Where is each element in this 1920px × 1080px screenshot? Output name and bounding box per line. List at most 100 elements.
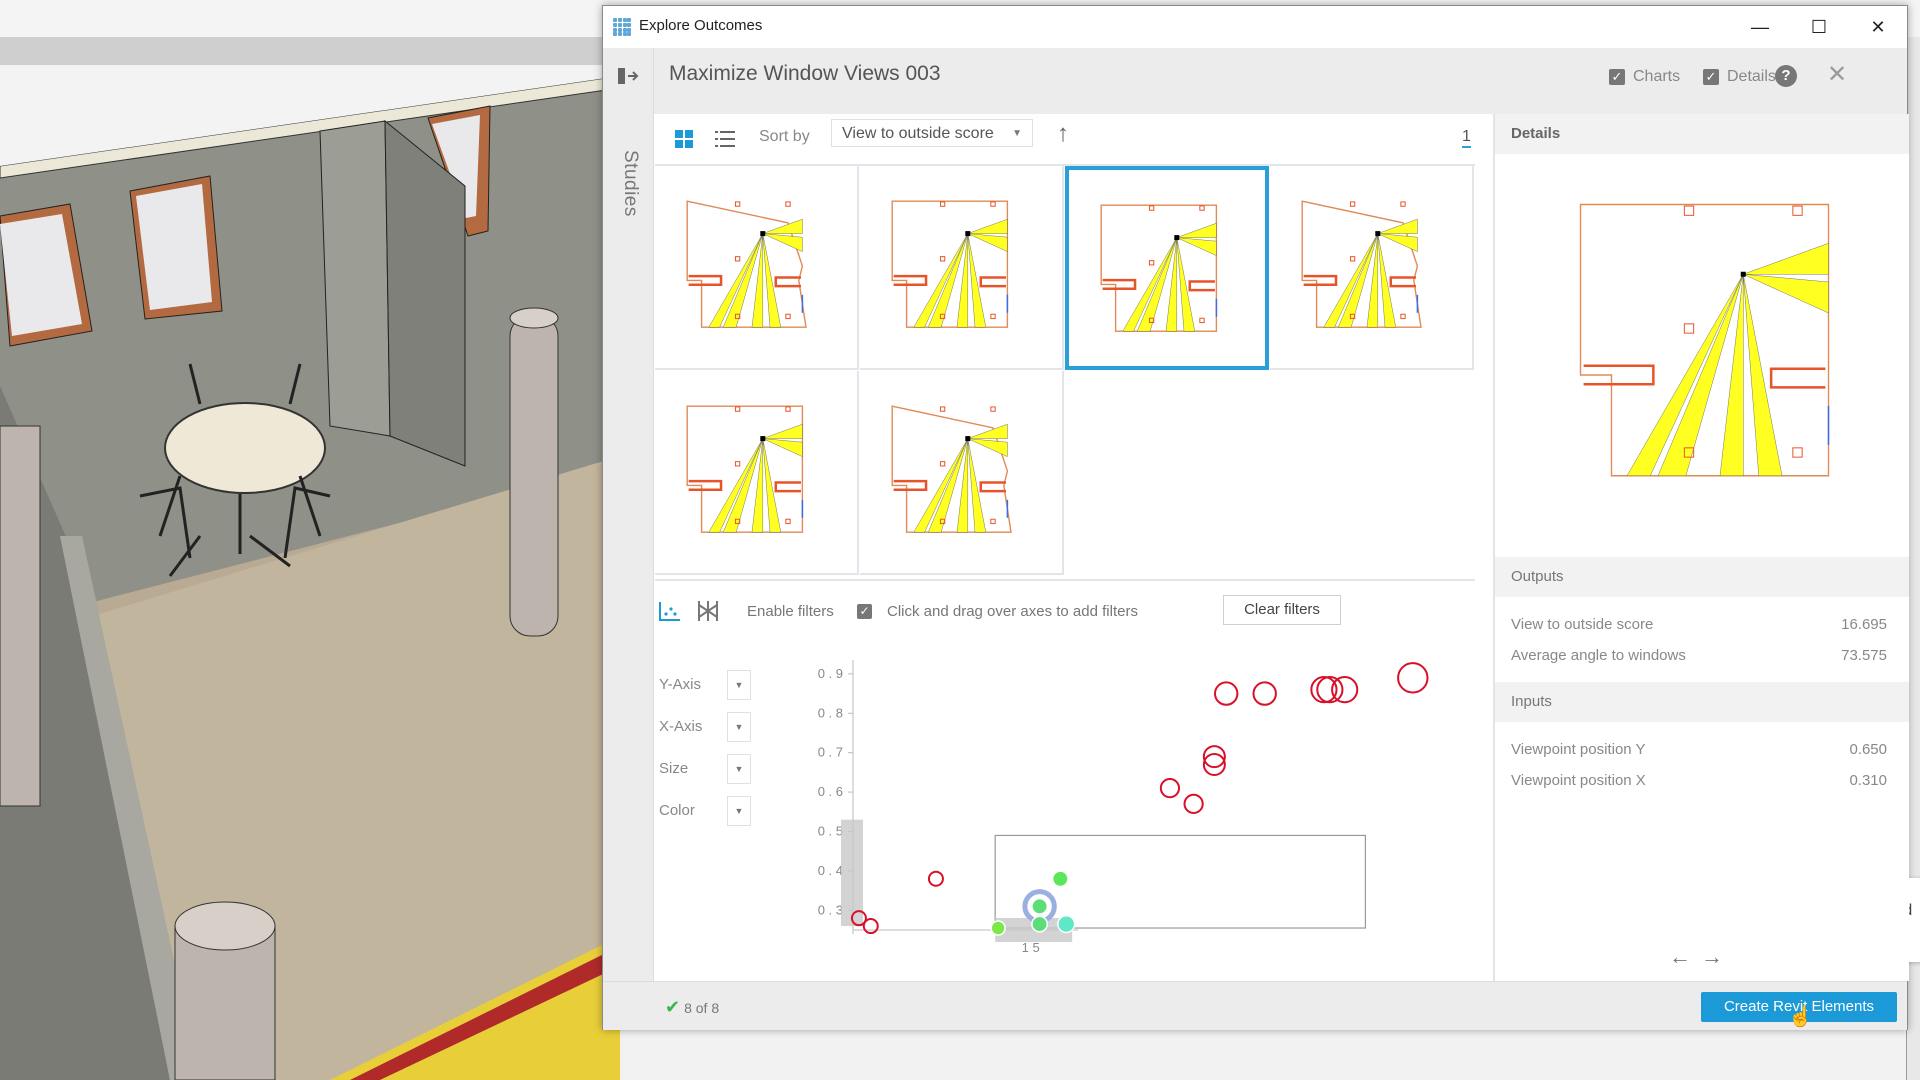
outcome-thumbnail[interactable] (860, 371, 1064, 575)
data-point-filtered (1316, 676, 1344, 704)
y-tick-label: 0 . 7 (818, 745, 843, 760)
sort-by-dropdown[interactable]: View to outside score ▼ (831, 119, 1033, 147)
divider (655, 579, 1475, 581)
help-icon[interactable]: ? (1775, 65, 1797, 87)
filters-hint: Click and drag over axes to add filters (887, 603, 1138, 620)
list-view-icon[interactable] (715, 130, 735, 148)
floorplan (891, 405, 1012, 533)
title-bar[interactable]: Explore Outcomes — ☐ ✕ (603, 6, 1907, 48)
data-point (1057, 914, 1076, 934)
charts-toggle[interactable]: ✓ Charts (1609, 68, 1680, 86)
previous-arrow-icon[interactable]: ← (1669, 944, 1701, 969)
chevron-down-icon: ▼ (1012, 128, 1022, 139)
outcome-navigation: ←→ (1669, 944, 1733, 970)
charts-label: Charts (1633, 68, 1681, 85)
outcome-thumbnail[interactable] (655, 166, 859, 370)
check-icon: ✔ (665, 997, 681, 1017)
status-text: 8 of 8 (684, 1000, 720, 1016)
app-grid-icon (613, 18, 631, 36)
floorplan-thumbnail (1301, 200, 1422, 328)
details-label: Details (1727, 68, 1776, 85)
outcome-thumbnail[interactable] (1065, 166, 1269, 370)
y-tick-label: 0 . 8 (818, 705, 843, 720)
study-header: Maximize Window Views 003 ✓ Charts ✓ Det… (603, 48, 1907, 114)
data-point-filtered (1183, 793, 1204, 815)
parallel-coordinates-icon[interactable] (697, 600, 719, 622)
window-close-button[interactable]: ✕ (1855, 12, 1901, 42)
close-study-button[interactable]: ✕ (1827, 60, 1847, 89)
status-count: ✔ 8 of 8 (665, 997, 719, 1018)
data-point (1031, 915, 1049, 933)
data-point (1031, 897, 1049, 915)
y-filter-brush (841, 819, 863, 927)
explore-outcomes-dialog: Explore Outcomes — ☐ ✕ Maximize Window V… (602, 5, 1920, 1030)
data-point-filtered (927, 870, 944, 887)
scatter-plot-icon[interactable] (659, 601, 681, 621)
revit-3d-view[interactable] (0, 66, 620, 1080)
details-header: Details (1495, 114, 1909, 154)
minimize-button[interactable]: — (1737, 12, 1783, 42)
floorplan (686, 200, 807, 328)
expand-panel-icon[interactable] (617, 66, 639, 86)
data-point-filtered (1397, 662, 1429, 694)
data-point-filtered (1252, 681, 1277, 706)
page-number[interactable]: 1 (1462, 128, 1471, 148)
input-row: Viewpoint position Y 0.650 (1511, 741, 1887, 758)
hand-cursor-icon: ☝ (1788, 1006, 1813, 1028)
dialog-footer: ✔ 8 of 8 Create Revit Elements ☝ (603, 981, 1907, 1030)
outputs-header: Outputs (1495, 557, 1909, 597)
window-2 (129, 175, 223, 320)
y-tick-label: 0 . 6 (818, 784, 843, 799)
next-arrow-icon[interactable]: → (1701, 944, 1733, 969)
chart-toolbar: Enable filters ✓ Click and drag over axe… (655, 583, 1475, 633)
y-tick-label: 0 . 3 (818, 902, 843, 917)
scatter-chart[interactable]: 0 . 9 0 . 8 0 . 7 0 . 6 0 . 5 0 . 4 0 . 3 1 5 (655, 636, 1475, 966)
floorplan (891, 200, 1009, 328)
data-point (1051, 870, 1069, 888)
inputs-header: Inputs (1495, 682, 1909, 722)
studies-label[interactable]: Studies (619, 150, 641, 217)
input-label: Viewpoint position X (1511, 772, 1646, 789)
maximize-button[interactable]: ☐ (1796, 12, 1842, 42)
y-tick-label: 0 . 4 (818, 863, 843, 878)
outcomes-grid (655, 166, 1475, 576)
floorplan-thumbnail (891, 200, 1009, 328)
output-value: 16.695 (1841, 616, 1887, 633)
details-panel: Details Outputs View to outside score 16… (1493, 114, 1909, 981)
output-row: Average angle to windows 73.575 (1511, 647, 1887, 664)
y-tick-label: 0 . 5 (818, 823, 843, 838)
input-label: Viewpoint position Y (1511, 741, 1646, 758)
data-point-filtered (862, 918, 879, 935)
input-value: 0.310 (1849, 772, 1887, 789)
data-point (990, 920, 1006, 936)
floorplan-thumbnail (1100, 204, 1218, 332)
study-title: Maximize Window Views 003 (669, 62, 941, 85)
clear-filters-button[interactable]: Clear filters (1223, 595, 1341, 625)
input-row: Viewpoint position X 0.310 (1511, 772, 1887, 789)
enable-filters-checkbox[interactable]: ✓ (857, 604, 872, 619)
output-row: View to outside score 16.695 (1511, 616, 1887, 633)
checkbox-checked-icon[interactable]: ✓ (1703, 69, 1719, 85)
outcome-thumbnail[interactable] (860, 166, 1064, 370)
outcomes-toolbar: Sort by View to outside score ▼ ↑ 1 (655, 114, 1475, 166)
window-title: Explore Outcomes (639, 17, 763, 34)
sort-by-value: View to outside score (842, 125, 994, 142)
x-tick-label: 1 5 (1022, 940, 1040, 955)
outcome-thumbnail[interactable] (1270, 166, 1474, 370)
details-toggle[interactable]: ✓ Details (1703, 68, 1776, 86)
input-value: 0.650 (1849, 741, 1887, 758)
output-label: Average angle to windows (1511, 647, 1686, 664)
floorplan-thumbnail (686, 405, 804, 533)
floorplan (1100, 204, 1218, 332)
checkbox-checked-icon[interactable]: ✓ (1609, 69, 1625, 85)
data-point-filtered (1159, 778, 1181, 799)
floorplan-thumbnail (891, 405, 1012, 533)
grid-view-icon[interactable] (675, 130, 693, 148)
outcome-thumbnail[interactable] (655, 371, 859, 575)
data-point-filtered (1214, 681, 1239, 706)
sort-direction-icon[interactable]: ↑ (1057, 120, 1069, 148)
floorplan (1301, 200, 1422, 328)
output-value: 73.575 (1841, 647, 1887, 664)
sort-by-label: Sort by (759, 128, 810, 145)
floorplan (1579, 203, 1830, 477)
